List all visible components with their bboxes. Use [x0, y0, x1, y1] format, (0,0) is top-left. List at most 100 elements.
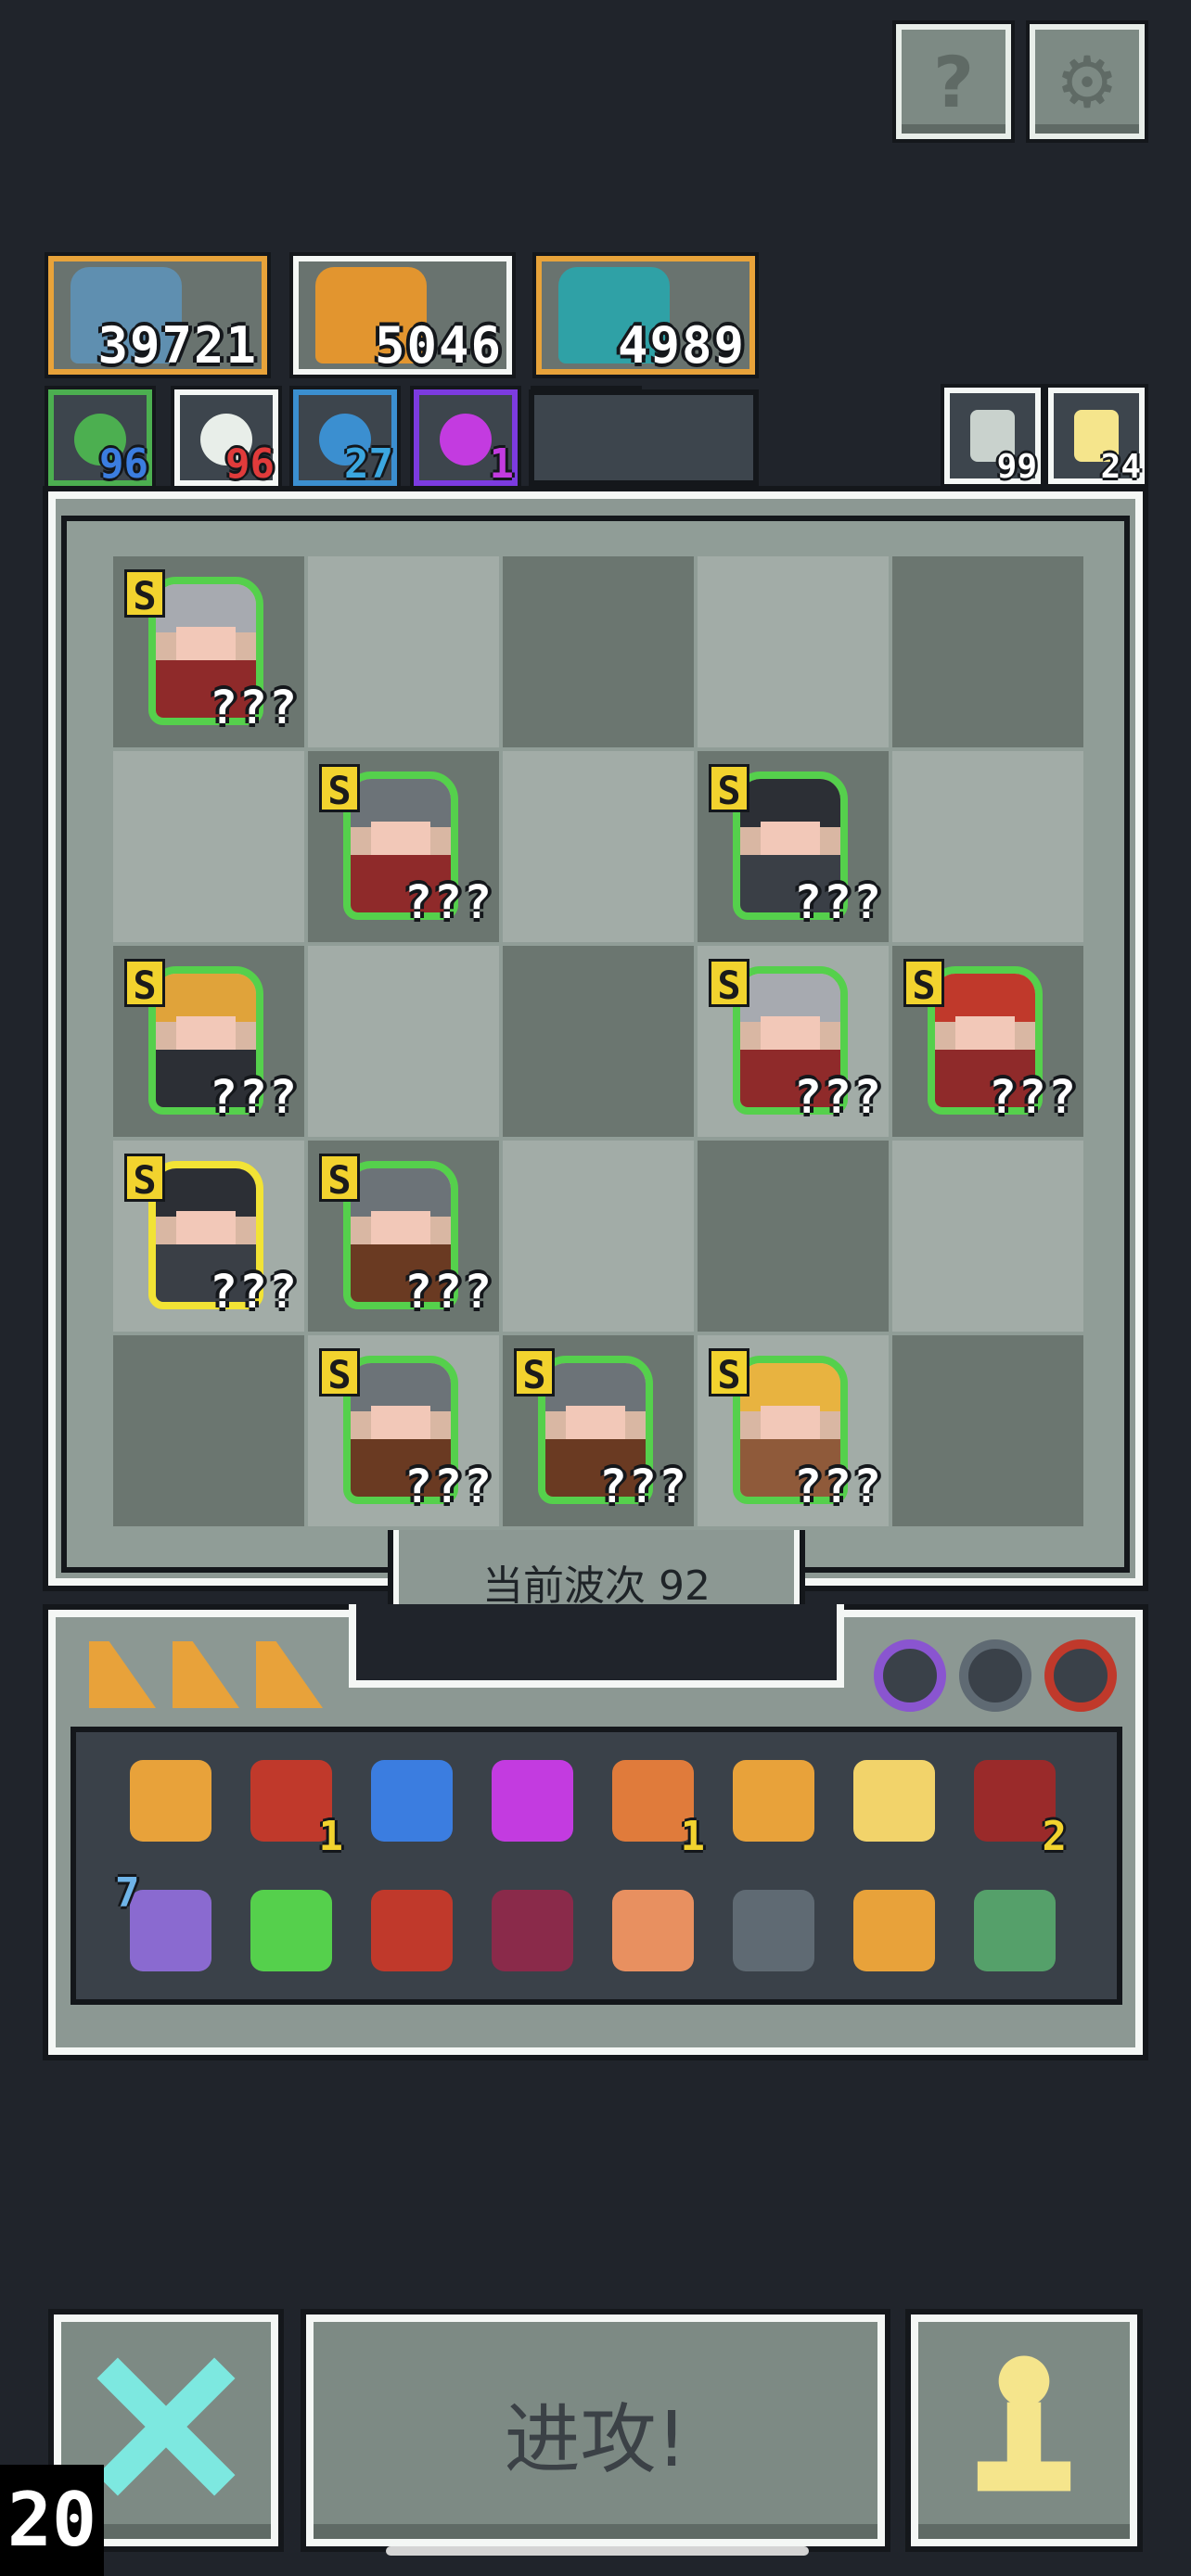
help-button[interactable]: ?	[896, 24, 1011, 139]
empty-chip-slot	[529, 389, 759, 486]
unit-level-label: ???	[403, 875, 493, 929]
item-count: 2	[1042, 1813, 1068, 1860]
resource-panel: 5046	[293, 256, 512, 375]
board-cell[interactable]	[892, 751, 1083, 942]
hero-unit[interactable]: S???	[698, 1335, 889, 1526]
side-chip-value: 99	[996, 448, 1037, 486]
board-cell[interactable]	[308, 946, 499, 1137]
gear-icon: ⚙	[1055, 40, 1120, 123]
hero-unit[interactable]: S???	[113, 1141, 304, 1332]
grade-badge: S	[319, 764, 360, 813]
inventory-item[interactable]	[484, 1882, 581, 1979]
grade-badge: S	[124, 959, 165, 1008]
settings-button[interactable]: ⚙	[1030, 24, 1145, 139]
inventory-item[interactable]	[364, 1882, 460, 1979]
unit-level-label: ???	[598, 1460, 688, 1513]
relic-orb-icon[interactable]	[1044, 1639, 1117, 1712]
stat-chip[interactable]: 27	[293, 389, 397, 488]
inventory-item[interactable]: 1	[243, 1753, 343, 1860]
shield-icon	[853, 1760, 935, 1842]
inventory-item[interactable]	[967, 1882, 1063, 1979]
hero-unit[interactable]: S???	[113, 946, 304, 1137]
hero-unit[interactable]: S???	[698, 751, 889, 942]
item-level: 7	[115, 1869, 140, 1917]
hero-hair	[351, 1168, 451, 1217]
home-indicator	[386, 2546, 809, 2556]
board-cell[interactable]	[503, 751, 694, 942]
butterfly-medal-icon	[974, 1890, 1056, 1971]
gear-icon	[492, 1760, 573, 1842]
board-cell[interactable]	[503, 946, 694, 1137]
inventory-item[interactable]	[484, 1753, 581, 1849]
hero-hair	[935, 974, 1035, 1022]
hero-hair	[351, 1363, 451, 1411]
stat-chip[interactable]: 1	[414, 389, 518, 488]
ribbon-icon	[492, 1890, 573, 1971]
stat-chip[interactable]: 96	[174, 389, 278, 488]
relic-orb-icon[interactable]	[874, 1639, 946, 1712]
inventory-item[interactable]	[605, 1882, 701, 1979]
board-cell[interactable]	[892, 1335, 1083, 1526]
inventory-item[interactable]	[725, 1753, 822, 1849]
inventory-notch	[349, 1604, 844, 1688]
stat-chip-value: 1	[489, 440, 515, 488]
tombstone-icon	[612, 1890, 694, 1971]
inventory-item[interactable]	[725, 1882, 822, 1979]
inventory-item[interactable]	[846, 1753, 942, 1849]
grade-badge: S	[124, 569, 165, 618]
wave-label: 当前波次 92	[482, 1562, 711, 1610]
attack-button[interactable]: 进攻!	[306, 2315, 885, 2546]
inventory-grid	[70, 1727, 1122, 2005]
summon-button[interactable]	[911, 2315, 1137, 2546]
side-chip[interactable]: 24	[1048, 388, 1145, 486]
hero-hair	[156, 974, 256, 1022]
board-cell[interactable]	[698, 1141, 889, 1332]
side-chip[interactable]: 99	[944, 388, 1041, 486]
inventory-item[interactable]	[243, 1882, 339, 1979]
board-cell[interactable]	[503, 556, 694, 747]
inventory-item[interactable]	[846, 1882, 942, 1979]
inventory-item[interactable]: 1	[605, 1753, 705, 1860]
hero-hair	[351, 779, 451, 827]
hero-unit[interactable]: S???	[113, 556, 304, 747]
hero-unit[interactable]: S???	[698, 946, 889, 1137]
unit-level-label: ???	[209, 1070, 299, 1124]
hero-hair	[740, 1363, 840, 1411]
star-wand-icon	[733, 1760, 814, 1842]
planet-icon	[853, 1890, 935, 1971]
potion-icon	[250, 1890, 332, 1971]
grade-badge: S	[319, 1154, 360, 1203]
board-cell[interactable]	[892, 556, 1083, 747]
relic-orb-icon[interactable]	[959, 1639, 1031, 1712]
hero-unit[interactable]: S???	[308, 1141, 499, 1332]
stat-chip[interactable]: 96	[48, 389, 152, 488]
inventory-item[interactable]	[364, 1753, 460, 1849]
board-cell[interactable]	[113, 1335, 304, 1526]
question-icon: ?	[932, 40, 975, 123]
board-cell[interactable]	[113, 751, 304, 942]
game-speed-indicator[interactable]: 20	[0, 2465, 104, 2576]
board-cell[interactable]	[698, 556, 889, 747]
resource-value: 39721	[97, 316, 258, 375]
inventory-item[interactable]: 7	[115, 1869, 219, 1979]
grade-badge: S	[709, 959, 749, 1008]
unit-level-label: ???	[209, 681, 299, 734]
hero-hair	[740, 779, 840, 827]
hero-unit[interactable]: S???	[503, 1335, 694, 1526]
stat-chip-value: 27	[344, 440, 393, 488]
board-cell[interactable]	[308, 556, 499, 747]
hero-unit[interactable]: S???	[892, 946, 1083, 1137]
pawn-icon	[977, 2355, 1071, 2492]
unit-level-label: ???	[403, 1265, 493, 1319]
inventory-item[interactable]: 2	[967, 1753, 1067, 1860]
unit-level-label: ???	[403, 1460, 493, 1513]
inventory-item[interactable]	[122, 1753, 219, 1849]
grade-badge: S	[709, 764, 749, 813]
unit-level-label: ???	[988, 1070, 1078, 1124]
hero-unit[interactable]: S???	[308, 1335, 499, 1526]
hero-hair	[545, 1363, 646, 1411]
board-cell[interactable]	[892, 1141, 1083, 1332]
board-cell[interactable]	[503, 1141, 694, 1332]
hero-hair	[740, 974, 840, 1022]
hero-unit[interactable]: S???	[308, 751, 499, 942]
